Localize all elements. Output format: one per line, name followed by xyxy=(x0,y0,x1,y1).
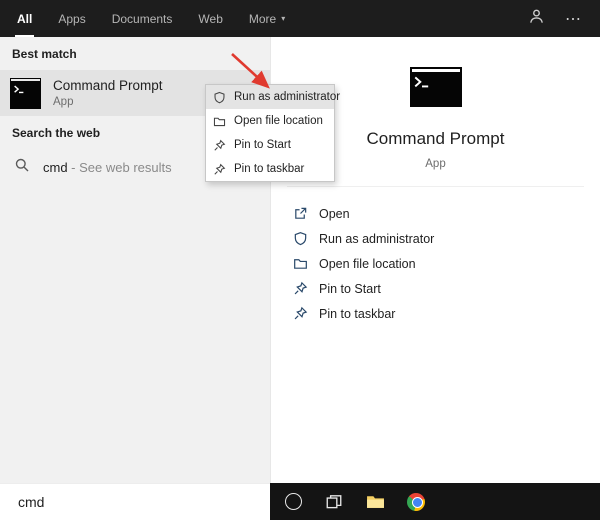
action-open-file-location[interactable]: Open file location xyxy=(293,251,600,276)
pin-icon xyxy=(293,281,308,296)
best-match-text: Command Prompt App xyxy=(53,78,163,108)
action-label: Open file location xyxy=(319,257,416,271)
pin-icon xyxy=(213,163,226,176)
tab-web[interactable]: Web xyxy=(185,0,235,37)
windows-search-screen: All Apps Documents Web More ▾ xyxy=(0,0,600,520)
filter-tabs: All Apps Documents Web More ▾ xyxy=(0,0,298,37)
web-result-text: cmd - See web results xyxy=(43,160,172,175)
preview-subtitle: App xyxy=(425,158,445,170)
menu-item-pin-to-start[interactable]: Pin to Start xyxy=(206,133,334,157)
user-feedback-icon[interactable] xyxy=(528,8,545,30)
file-explorer-icon[interactable] xyxy=(364,491,386,513)
menu-item-run-as-administrator[interactable]: Run as administrator xyxy=(206,85,334,109)
tab-more[interactable]: More ▾ xyxy=(236,0,298,37)
folder-icon xyxy=(213,115,226,128)
tab-apps-label: Apps xyxy=(58,12,85,26)
search-input[interactable] xyxy=(0,484,270,520)
menu-item-label: Pin to taskbar xyxy=(234,163,304,175)
shield-icon xyxy=(213,91,226,104)
web-result-query: cmd xyxy=(43,160,68,175)
action-run-as-administrator[interactable]: Run as administrator xyxy=(293,226,600,251)
tab-all-label: All xyxy=(17,12,32,26)
cortana-icon[interactable] xyxy=(282,491,304,513)
taskbar xyxy=(270,483,600,520)
ellipsis-menu-icon[interactable]: ⋯ xyxy=(565,9,582,29)
search-icon xyxy=(14,157,30,178)
chevron-down-icon: ▾ xyxy=(281,14,285,23)
chrome-icon[interactable] xyxy=(405,491,427,513)
action-label: Pin to taskbar xyxy=(319,307,395,321)
action-label: Pin to Start xyxy=(319,282,381,296)
tab-more-label: More xyxy=(249,12,276,26)
tab-apps[interactable]: Apps xyxy=(45,0,98,37)
search-box xyxy=(0,483,270,520)
action-label: Run as administrator xyxy=(319,232,434,246)
action-label: Open xyxy=(319,207,350,221)
preview-actions: Open Run as administrator Open file loca… xyxy=(271,187,600,326)
action-pin-to-start[interactable]: Pin to Start xyxy=(293,276,600,301)
context-menu: Run as administrator Open file location … xyxy=(205,84,335,182)
tab-web-label: Web xyxy=(198,12,222,26)
task-view-icon[interactable] xyxy=(323,491,345,513)
menu-item-pin-to-taskbar[interactable]: Pin to taskbar xyxy=(206,157,334,181)
tab-documents[interactable]: Documents xyxy=(99,0,186,37)
action-pin-to-taskbar[interactable]: Pin to taskbar xyxy=(293,301,600,326)
menu-item-label: Pin to Start xyxy=(234,139,291,151)
tab-documents-label: Documents xyxy=(112,12,173,26)
topbar-actions: ⋯ xyxy=(528,0,600,37)
best-match-title: Command Prompt xyxy=(53,78,163,93)
open-icon xyxy=(293,206,308,221)
pin-icon xyxy=(213,139,226,152)
shield-icon xyxy=(293,231,308,246)
command-prompt-icon-large xyxy=(410,67,462,107)
preview-title: Command Prompt xyxy=(367,129,505,149)
command-prompt-icon xyxy=(10,78,41,109)
action-open[interactable]: Open xyxy=(293,201,600,226)
web-result-suffix: - See web results xyxy=(68,160,172,175)
tab-all[interactable]: All xyxy=(4,0,45,37)
menu-item-label: Open file location xyxy=(234,115,323,127)
search-filter-bar: All Apps Documents Web More ▾ xyxy=(0,0,600,37)
menu-item-label: Run as administrator xyxy=(234,91,340,103)
menu-item-open-file-location[interactable]: Open file location xyxy=(206,109,334,133)
best-match-header: Best match xyxy=(0,37,270,70)
best-match-subtitle: App xyxy=(53,96,163,108)
pin-icon xyxy=(293,306,308,321)
folder-icon xyxy=(293,256,308,271)
